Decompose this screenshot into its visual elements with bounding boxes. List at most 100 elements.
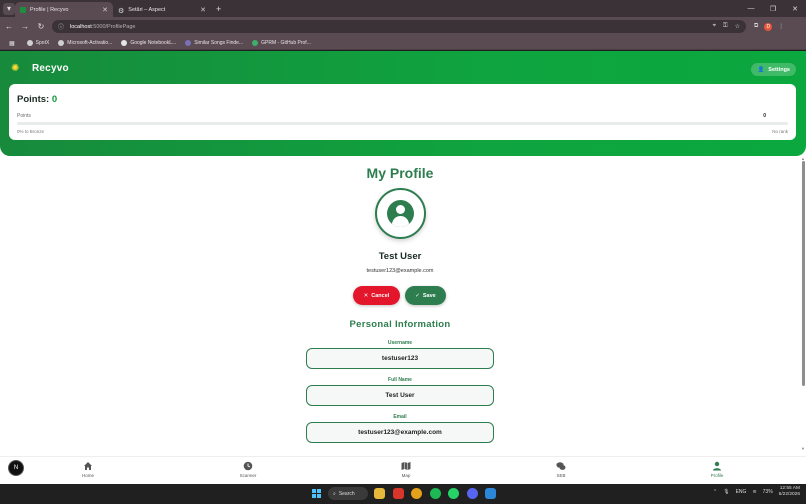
windows-taskbar: ⌕ Search ⌃ 🎙 ENG ≋ 73% 12:55 AM 6/22/202… (0, 484, 806, 504)
user-avatar-icon (387, 200, 414, 227)
save-button[interactable]: ✓ Save (405, 286, 446, 305)
url-path: :5000/ProfilePage (91, 23, 136, 30)
page-viewport: ✺ Recyvo 👤 Settings Points: 0 Points 0 0… (0, 51, 806, 484)
username-label: Username (387, 340, 413, 346)
site-info-icon[interactable]: ⓘ (58, 22, 64, 31)
scrollbar-thumb[interactable] (802, 161, 805, 386)
bookmark-microsoft[interactable]: Microsoft-Activatio... (58, 39, 112, 46)
avatar[interactable] (375, 188, 426, 239)
brand-name: Recyvo (32, 63, 69, 74)
bottom-nav: Home Scanner Map SEB Profile (0, 456, 806, 484)
brand[interactable]: ✺ Recyvo (11, 63, 69, 74)
full-name-field[interactable] (306, 385, 494, 406)
points-count: 0 (763, 113, 766, 119)
settings-button[interactable]: 👤 Settings (751, 63, 796, 76)
password-key-icon[interactable]: ⚿ (723, 23, 728, 30)
close-icon: ✕ (363, 292, 369, 299)
profile-avatar[interactable]: D (764, 22, 773, 31)
progress-text: 0% to Bronze (17, 129, 45, 134)
user-gear-icon: 👤 (757, 66, 765, 73)
rank-text: No rank (772, 129, 788, 134)
page-title: My Profile (366, 165, 434, 181)
full-name-label: Full Name (388, 377, 412, 383)
rank-progress-bar (17, 122, 788, 125)
recyvo-favicon-icon (20, 6, 26, 13)
taskbar-search[interactable]: ⌕ Search (328, 487, 368, 500)
discord-icon[interactable] (467, 488, 478, 499)
nextjs-devtools-button[interactable]: N (8, 460, 24, 476)
settings-label: Settings (768, 66, 790, 73)
tab-settings[interactable]: ⚙ Setări – Aspect ✕ (113, 2, 211, 17)
url-input[interactable]: ⓘ localhost :5000/ProfilePage ⌖ ⚿ ☆ (52, 20, 746, 33)
battery[interactable]: 73% (763, 489, 773, 495)
tab-profile[interactable]: Profile | Recyvo ✕ (15, 2, 113, 17)
bookmark-spotx[interactable]: SpotX (26, 39, 49, 46)
email-label: Email (393, 414, 407, 420)
reload-icon[interactable]: ↻ (34, 22, 48, 31)
github-icon (58, 39, 65, 46)
cancel-button[interactable]: ✕ Cancel (353, 286, 400, 305)
person-icon (713, 461, 721, 471)
apps-grid[interactable]: ▦ (9, 40, 18, 47)
forward-arrow-icon[interactable]: → (18, 22, 32, 31)
bookmark-songs[interactable]: Similar Songs Finde... (185, 39, 243, 46)
microphone-icon[interactable]: 🎙 (723, 489, 729, 495)
minimize-icon[interactable]: — (740, 5, 762, 13)
chat-icon (556, 462, 566, 470)
location-icon[interactable]: ⌖ (713, 23, 716, 30)
bookmark-star-icon[interactable]: ☆ (735, 23, 740, 30)
clock-icon (243, 461, 253, 471)
vscode-icon[interactable] (485, 488, 496, 499)
language[interactable]: ENG (736, 489, 747, 495)
nav-home[interactable]: Home (68, 461, 108, 478)
apps-grid-icon: ▦ (9, 40, 15, 47)
spotify-icon[interactable] (430, 488, 441, 499)
points-card: Points: 0 Points 0 0% to Bronze No rank (9, 84, 796, 140)
user-email: testuser123@example.com (366, 268, 434, 274)
address-bar-row: ← → ↻ ⓘ localhost :5000/ProfilePage ⌖ ⚿ … (0, 17, 806, 36)
nav-profile[interactable]: Profile (697, 461, 737, 478)
new-tab-icon[interactable]: + (216, 4, 221, 14)
close-icon[interactable]: ✕ (102, 6, 108, 14)
email-field[interactable] (306, 422, 494, 443)
username-field[interactable] (306, 348, 494, 369)
bookmark-notebook[interactable]: Google NotebookL... (121, 39, 176, 46)
clock[interactable]: 12:55 AM 6/22/2026 (779, 486, 800, 498)
close-window-icon[interactable]: ✕ (784, 5, 806, 13)
google-icon (121, 39, 128, 46)
menu-dots-icon[interactable]: ⋮ (778, 23, 784, 30)
nav-seb[interactable]: SEB (541, 461, 581, 478)
tab-title: Setări – Aspect (128, 6, 166, 13)
system-tray: ⌃ 🎙 ENG ≋ 73% 12:55 AM 6/22/2026 (713, 486, 800, 498)
music-icon (185, 39, 192, 46)
search-icon: ⌕ (333, 490, 336, 497)
check-icon: ✓ (415, 292, 420, 299)
bookmarks-bar: ▦ SpotX Microsoft-Activatio... Google No… (0, 36, 806, 50)
chrome-icon[interactable] (411, 488, 422, 499)
nav-map[interactable]: Map (386, 461, 426, 478)
home-icon (84, 462, 92, 470)
scroll-down-icon[interactable]: ▼ (801, 446, 805, 451)
personal-info-title: Personal Information (349, 319, 451, 330)
whatsapp-icon[interactable] (448, 488, 459, 499)
github-icon (26, 39, 33, 46)
tab-title: Profile | Recyvo (30, 6, 69, 13)
app-l-icon[interactable] (393, 488, 404, 499)
window-controls: — ❐ ✕ (740, 5, 806, 13)
app-header: ✺ Recyvo 👤 Settings Points: 0 Points 0 0… (0, 51, 806, 156)
close-icon[interactable]: ✕ (200, 6, 206, 14)
map-icon (401, 462, 411, 470)
tab-search-icon[interactable]: ▾ (3, 2, 15, 15)
wifi-icon[interactable]: ≋ (752, 489, 756, 495)
back-arrow-icon[interactable]: ← (2, 22, 16, 31)
gprm-icon (252, 39, 259, 46)
chevron-up-icon[interactable]: ⌃ (713, 489, 717, 495)
bookmark-gprm[interactable]: GPRM - GitHub Prof... (252, 39, 311, 46)
extensions-icon[interactable]: ⧉ (754, 23, 758, 30)
points-value: 0 (51, 94, 58, 105)
windows-start-icon[interactable] (312, 489, 321, 498)
points-title: Points: 0 (17, 94, 58, 105)
file-explorer-icon[interactable] (374, 488, 385, 499)
nav-scanner[interactable]: Scanner (228, 461, 268, 478)
maximize-icon[interactable]: ❐ (762, 5, 784, 13)
